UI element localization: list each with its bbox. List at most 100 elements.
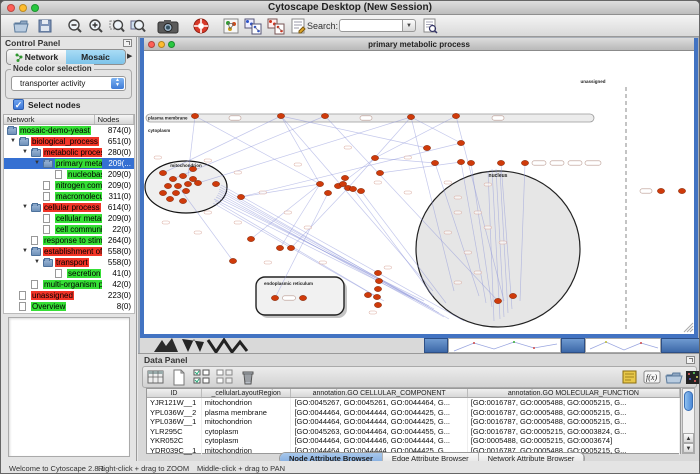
tree-row-label[interactable]: metabolic process [43, 148, 102, 157]
tree-row-label[interactable]: establishment of lo [43, 247, 102, 256]
tree-row-label[interactable]: multi-organism pro [43, 280, 102, 289]
network-node[interactable] [299, 295, 306, 300]
background-window-thumbnail[interactable] [585, 338, 661, 353]
network-node[interactable] [172, 190, 179, 195]
search-options-icon[interactable] [422, 18, 439, 34]
network-node[interactable] [237, 194, 244, 199]
minimize-button[interactable] [19, 4, 27, 12]
tree-expand-icon[interactable]: ▼ [34, 160, 40, 166]
table-cell[interactable]: [GO:0044464, GO:0044446, GO:0044444, G..… [291, 436, 467, 446]
table-cell[interactable]: plasma membrane [202, 408, 292, 418]
network-node[interactable] [184, 181, 191, 186]
titlebar[interactable]: Cytoscape Desktop (New Session) [1, 1, 699, 15]
table-cell[interactable]: cytoplasm [202, 427, 292, 437]
attribute-notes-icon[interactable] [621, 369, 639, 386]
zoom-in-icon[interactable] [88, 18, 105, 34]
network-edge[interactable] [241, 184, 320, 197]
network-node[interactable] [376, 170, 383, 175]
tree-row[interactable]: nucleobase-209(0) [4, 169, 134, 180]
select-nodes-checkbox[interactable]: ✓ [13, 99, 24, 110]
network-node[interactable] [657, 188, 664, 193]
tree-row-label[interactable]: cellular metabo [55, 214, 102, 223]
attribute-matrix-icon[interactable] [147, 369, 165, 386]
table-cell[interactable]: [GO:0005488, GO:0005215, GO:0003674] [468, 436, 680, 446]
table-row[interactable]: YPL036W__2plasma membrane[GO:0044464, GO… [147, 408, 680, 418]
open-file-icon[interactable] [13, 18, 30, 34]
tree-row-label[interactable]: Overview [31, 302, 66, 311]
search-dropdown-button[interactable]: ▼ [403, 19, 416, 32]
tree-row-label[interactable]: nucleobase- [67, 170, 102, 179]
column-header[interactable]: annotation.GO MOLECULAR_FUNCTION [468, 389, 680, 397]
tree-row[interactable]: secretion41(0) [4, 268, 134, 279]
network-node[interactable] [164, 183, 171, 188]
copy-layout-red-icon[interactable] [267, 18, 284, 34]
network-node[interactable] [357, 188, 364, 193]
tree-row[interactable]: unassigned223(0) [4, 290, 134, 301]
scrollbar-thumb[interactable] [684, 391, 693, 411]
resize-grip-icon[interactable] [684, 323, 693, 332]
network-node[interactable] [467, 160, 474, 165]
table-cell[interactable]: mitochondrion [202, 398, 292, 408]
network-edge[interactable] [281, 116, 433, 291]
network-node[interactable] [521, 160, 528, 165]
tree-row[interactable]: ▼transport558(0) [4, 257, 134, 268]
tree-expand-icon[interactable]: ▼ [22, 204, 28, 210]
table-cell[interactable]: [GO:0016787, GO:0005488, GO:0005215, G..… [468, 398, 680, 408]
network-node[interactable] [179, 173, 186, 178]
tab-mosaic[interactable]: Mosaic [66, 50, 125, 64]
network-node[interactable] [371, 155, 378, 160]
network-node[interactable] [497, 160, 504, 165]
data-panel-float-icon[interactable] [686, 356, 695, 364]
tree-row[interactable]: multi-organism pro42(0) [4, 279, 134, 290]
tree-row-label[interactable]: nitrogen compo [55, 181, 102, 190]
tree-expand-icon[interactable]: ▼ [10, 138, 16, 144]
column-header[interactable]: ID [147, 389, 202, 397]
network-node[interactable] [212, 181, 219, 186]
network-node[interactable] [373, 294, 380, 299]
network-node[interactable] [457, 159, 464, 164]
select-attributes-icon[interactable] [193, 369, 211, 386]
table-row[interactable]: YPL036W__1mitochondrion[GO:0044464, GO:0… [147, 417, 680, 427]
network-edge[interactable] [291, 188, 348, 248]
network-node[interactable] [321, 113, 328, 118]
tree-row-label[interactable]: cell communicat [55, 225, 102, 234]
node-color-combobox[interactable]: transporter activity ▲▼ [11, 76, 126, 91]
column-header[interactable]: annotation.GO CELLULAR_COMPONENT [291, 389, 467, 397]
table-cell[interactable]: YLR295C [147, 427, 202, 437]
tree-header-nodes[interactable]: Nodes [95, 115, 134, 124]
control-panel-float-icon[interactable] [123, 39, 132, 47]
table-cell[interactable]: mitochondrion [202, 417, 292, 427]
snapshot-camera-icon[interactable] [157, 18, 179, 34]
table-cell[interactable]: [GO:0044464, GO:0044444, GO:0044425, G..… [291, 408, 467, 418]
network-edge[interactable] [348, 117, 411, 188]
tab-network[interactable]: Network [7, 50, 66, 64]
network-node[interactable] [229, 258, 236, 263]
table-cell[interactable]: [GO:0016787, GO:0005488, GO:0005215, G..… [468, 408, 680, 418]
network-node[interactable] [191, 113, 198, 118]
network-node[interactable] [179, 198, 186, 203]
table-row[interactable]: YJR121W__1mitochondrion[GO:0045267, GO:0… [147, 398, 680, 408]
background-window-fragment[interactable] [561, 338, 585, 353]
annotations-icon[interactable] [290, 18, 307, 34]
table-cell[interactable]: [GO:0045267, GO:0045261, GO:0044464, G..… [291, 398, 467, 408]
background-window-fragment[interactable] [424, 338, 448, 353]
tree-expand-icon[interactable]: ▼ [22, 149, 28, 155]
network-overview-icon[interactable] [223, 18, 240, 34]
tree-row-label[interactable]: transport [55, 258, 89, 267]
tree-header-network[interactable]: Network [4, 115, 95, 124]
tree-row[interactable]: cell communicat22(0) [4, 224, 134, 235]
tree-row[interactable]: ▼cellular process614(0) [4, 202, 134, 213]
network-graph[interactable]: plasma membranecytoplasmmitochondrionnuc… [144, 51, 694, 334]
tree-row[interactable]: ▼establishment of lo558(0) [4, 246, 134, 257]
network-node[interactable] [678, 188, 685, 193]
network-node[interactable] [509, 293, 516, 298]
table-cell[interactable]: [GO:0016787, GO:0005488, GO:0005215, G..… [468, 417, 680, 427]
background-window-fragment[interactable] [661, 338, 700, 353]
tree-row[interactable]: ▼metabolic process280(0) [4, 147, 134, 158]
save-icon[interactable] [37, 18, 54, 34]
table-cell[interactable]: YPL036W__2 [147, 408, 202, 418]
table-cell[interactable]: cytoplasm [202, 436, 292, 446]
new-attribute-icon[interactable] [170, 369, 188, 386]
network-edge[interactable] [380, 162, 461, 173]
network-node[interactable] [341, 175, 348, 180]
